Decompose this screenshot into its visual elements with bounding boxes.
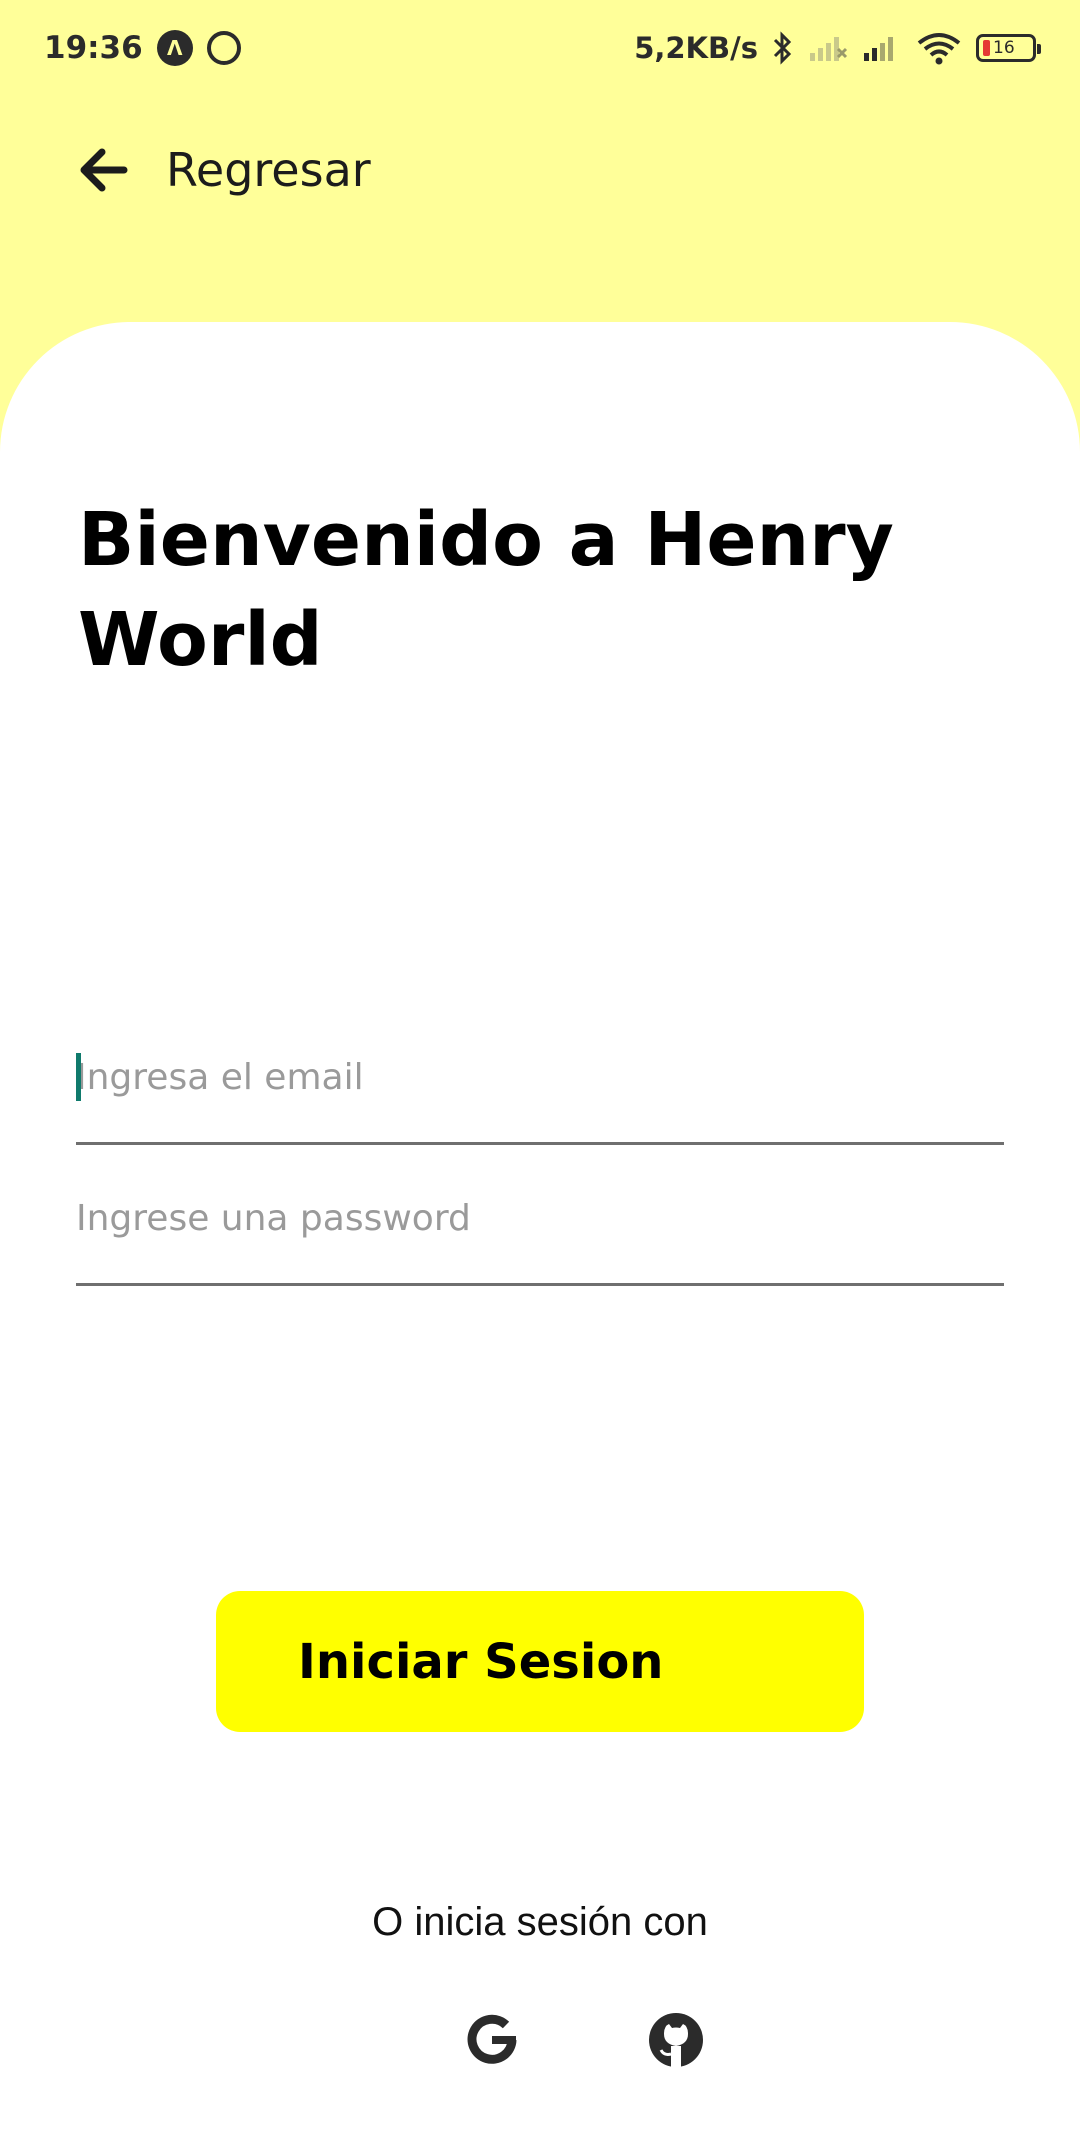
whatsapp-icon (206, 31, 241, 65)
back-label[interactable]: Regresar (166, 143, 371, 197)
bluetooth-icon (773, 31, 792, 65)
email-field[interactable] (76, 1025, 1004, 1145)
arrow-back-icon[interactable] (78, 148, 128, 192)
password-input[interactable] (76, 1188, 1004, 1248)
page-title: Bienvenido a Henry World (78, 497, 894, 683)
network-speed: 5,2KB/s (634, 31, 758, 65)
battery-fill (983, 40, 990, 56)
signal-icon (864, 37, 893, 61)
email-input[interactable] (76, 1047, 1004, 1107)
app-notification-icon: Λ (156, 30, 193, 66)
text-cursor (76, 1053, 81, 1101)
wifi-icon (917, 33, 961, 65)
battery-icon: 16 (976, 34, 1041, 62)
status-time: 19:36 (44, 30, 143, 66)
back-button[interactable]: Regresar (78, 130, 371, 210)
signal-icon (810, 37, 848, 61)
status-bar: 19:36 Λ 5,2KB/s 16 (0, 0, 1080, 96)
status-left: 19:36 Λ (44, 30, 241, 66)
login-button[interactable]: Iniciar Sesion (216, 1591, 864, 1732)
google-icon[interactable] (460, 2008, 524, 2072)
alt-login-text: O inicia sesión con (372, 1900, 708, 1944)
battery-level: 16 (993, 38, 1015, 58)
github-icon[interactable] (644, 2008, 708, 2072)
password-field[interactable] (76, 1166, 1004, 1286)
status-right: 5,2KB/s 16 (634, 31, 1041, 65)
social-login-row (460, 2008, 708, 2072)
